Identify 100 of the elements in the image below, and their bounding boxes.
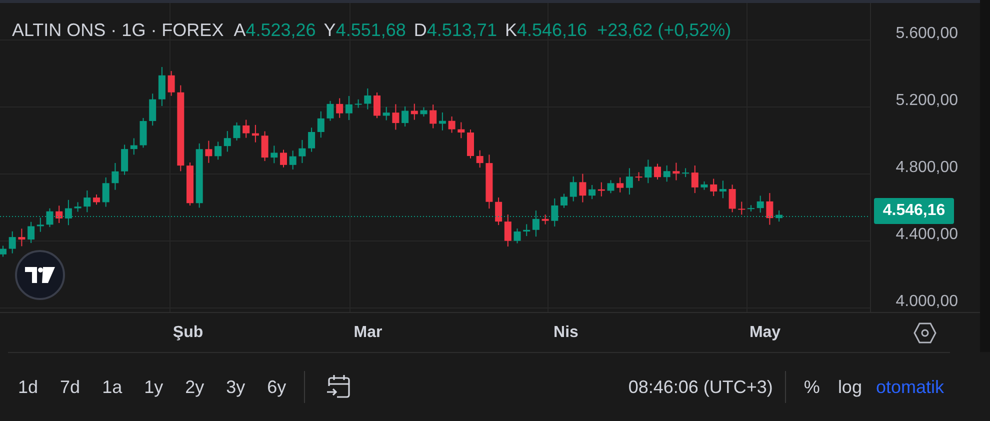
candle (46, 208, 54, 228)
symbol-title: ALTIN ONS · 1G · FOREX (12, 19, 224, 41)
ohlc-label: Y (324, 19, 336, 41)
candle (36, 217, 44, 232)
ohlc-label: K (504, 19, 517, 41)
candle (224, 130, 231, 152)
candle (710, 178, 718, 197)
time-label: Nis (552, 323, 580, 343)
price-tick: 5.200,00 (896, 91, 958, 111)
candle (756, 195, 764, 214)
ohlc-label: D (414, 19, 427, 41)
candle (495, 197, 502, 226)
candle (289, 150, 296, 170)
candle (345, 96, 352, 121)
candle (158, 66, 166, 107)
range-button[interactable]: 7d (50, 372, 90, 402)
candle (663, 164, 670, 182)
candle (140, 118, 147, 148)
candle (719, 180, 726, 199)
candle (738, 201, 746, 216)
candle (523, 224, 530, 237)
candle (242, 119, 250, 138)
candle (467, 129, 474, 159)
candle (112, 162, 119, 190)
price-tick: 5.600,00 (896, 24, 958, 44)
candle (458, 122, 465, 139)
candle (542, 214, 549, 225)
logo-icon (25, 267, 55, 283)
candle (691, 165, 698, 194)
auto-scale-toggle[interactable]: otomatik (870, 374, 950, 400)
log-toggle[interactable]: log (830, 374, 870, 400)
candle (560, 193, 568, 208)
range-button[interactable]: 1a (92, 372, 132, 402)
settings-icon[interactable] (913, 322, 937, 344)
logo-badge[interactable] (15, 250, 65, 300)
candle (420, 106, 428, 118)
candle (168, 70, 175, 96)
candle (280, 149, 287, 168)
candle (410, 103, 418, 120)
candle (252, 124, 259, 143)
candle (635, 172, 642, 182)
candle (84, 190, 91, 213)
candle (598, 182, 605, 197)
candle (149, 93, 156, 126)
candle (270, 145, 278, 164)
candle (364, 88, 372, 110)
ohlc-label: A (234, 19, 246, 41)
candle (93, 194, 100, 206)
candle (486, 154, 493, 210)
ohlc-value: 4.513,71 (426, 19, 497, 41)
candle (336, 98, 344, 118)
time-label: Mar (352, 323, 384, 343)
candle (130, 138, 138, 156)
last-price-label: 4.546,16 (874, 198, 954, 224)
percent-toggle[interactable]: % (794, 374, 830, 400)
price-tick: 4.000,00 (896, 292, 958, 312)
candle (261, 130, 268, 162)
candle (317, 110, 324, 138)
candle (326, 100, 334, 122)
candle (214, 141, 222, 160)
candle (654, 163, 661, 180)
candle (308, 127, 316, 152)
candle (616, 176, 624, 193)
candle (438, 112, 446, 131)
candle (374, 92, 380, 119)
candle (121, 144, 128, 176)
price-tick: 4.400,00 (896, 225, 958, 245)
ohlc-value: 4.523,26 (246, 19, 316, 41)
candle (551, 198, 558, 227)
candle (776, 210, 783, 222)
range-button[interactable]: 3y (216, 372, 256, 402)
range-button[interactable]: 1y (134, 372, 174, 402)
time-label: May (748, 323, 782, 343)
clock-time: 08:46:06 (UTC+3) (628, 376, 773, 399)
candle (64, 199, 72, 226)
candle (448, 116, 456, 134)
range-button[interactable]: 1d (8, 372, 48, 402)
candle (644, 159, 652, 184)
price-change: +23,62 (+0,52%) (597, 19, 732, 41)
candle (672, 162, 680, 181)
price-tick: 4.800,00 (896, 158, 958, 178)
candle (233, 122, 240, 141)
candle (514, 228, 521, 244)
candle (626, 168, 633, 196)
candle (430, 104, 437, 129)
candle (392, 104, 400, 130)
candle (18, 228, 26, 247)
candle (74, 202, 82, 212)
candle (102, 176, 110, 208)
candle (402, 106, 409, 127)
candle (476, 150, 484, 168)
time-label: Şub (172, 323, 204, 343)
range-button[interactable]: 2y (175, 372, 214, 402)
candle (298, 139, 306, 164)
candle (504, 214, 512, 247)
candle (570, 176, 577, 202)
candle (186, 162, 194, 206)
range-button[interactable]: 6y (257, 372, 296, 402)
candle (196, 142, 203, 208)
candle (682, 168, 690, 178)
